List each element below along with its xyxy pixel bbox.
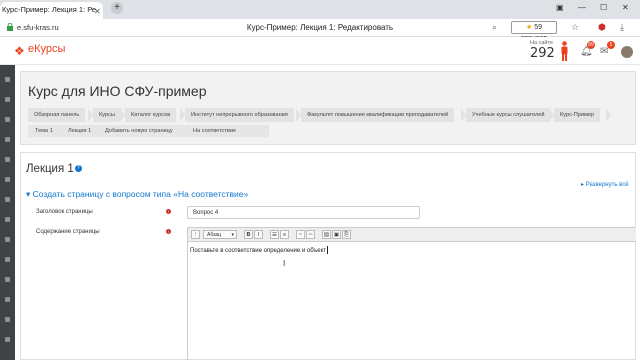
sidebar-item-icon[interactable] — [5, 117, 10, 122]
window-close-icon[interactable]: ✕ — [622, 3, 629, 12]
sidebar-item-icon[interactable] — [5, 317, 10, 322]
online-count: 292 — [530, 46, 555, 61]
chevron-down-icon: ▾ — [231, 232, 234, 238]
bullet-list-icon[interactable]: ☰ — [270, 230, 279, 239]
mouse-ibeam-icon: I — [283, 259, 286, 268]
bookmark-icon[interactable]: ☆ — [571, 22, 579, 33]
address-bar: e.sfu-kras.ru Курс-Пример: Лекция 1: Ред… — [0, 19, 640, 42]
site-logo[interactable]: eКурсы — [28, 43, 65, 55]
subnav-item[interactable]: Добавить новую страницу — [105, 125, 173, 137]
notifications-badge: 89 — [587, 41, 595, 49]
editor-content[interactable]: Поставьте в соответствие определение и о… — [190, 246, 329, 254]
course-header: Курс для ИНО СФУ-пример Обзорная панель … — [20, 71, 636, 145]
sidebar-menu-icon[interactable] — [5, 77, 10, 82]
editor-toolbar: ⋮ Абзац ▾ B I ☰ ≡ ⚭ ⚮ ▨ ▣ ⎘ — [188, 228, 636, 242]
minimize-icon[interactable]: — — [578, 3, 586, 12]
breadcrumb-item[interactable]: Учебные курсы слушателей — [466, 108, 551, 122]
file-icon[interactable]: ⎘ — [342, 230, 351, 239]
expand-all-label: Развернуть всё — [585, 182, 629, 188]
expand-all-link[interactable]: ▸ Развернуть всё — [581, 181, 629, 188]
adblock-icon[interactable]: ⬢ — [598, 22, 606, 33]
main-content: Лекция 1? ▸ Развернуть всё ▾ Создать стр… — [20, 152, 636, 360]
lesson-heading-text: Лекция 1 — [26, 163, 74, 175]
toolbar-toggle-icon[interactable]: ⋮ — [191, 230, 200, 239]
sidebar-item-icon[interactable] — [5, 177, 10, 182]
new-tab-icon[interactable]: + — [111, 2, 123, 14]
collapse-icon: ▾ — [26, 189, 33, 199]
sidebar-item-icon[interactable] — [5, 277, 10, 282]
format-select[interactable]: Абзац ▾ — [203, 230, 237, 239]
sidebar-item-icon[interactable] — [5, 97, 10, 102]
help-icon[interactable]: ? — [74, 165, 82, 172]
image-icon[interactable]: ▨ — [322, 230, 331, 239]
sidebar-item-icon[interactable] — [5, 137, 10, 142]
page-title-input[interactable]: Вопрос 4 — [187, 206, 420, 219]
breadcrumb-item[interactable]: Обзорная панель — [28, 108, 86, 122]
breadcrumb-item[interactable]: Курсы — [93, 108, 121, 122]
required-icon: ! — [166, 229, 171, 234]
numbered-list-icon[interactable]: ≡ — [280, 230, 289, 239]
download-icon[interactable]: ⤓ — [620, 22, 624, 33]
section-header[interactable]: ▾ Создать страницу с вопросом типа «На с… — [26, 189, 248, 200]
subnav-item[interactable]: Лекция 1 — [68, 125, 91, 137]
bold-icon[interactable]: B — [244, 230, 253, 239]
content-editor: ⋮ Абзац ▾ B I ☰ ≡ ⚭ ⚮ ▨ ▣ ⎘ Поставьте в с… — [187, 227, 636, 360]
text-cursor — [327, 246, 329, 254]
left-sidebar — [0, 65, 15, 360]
page-title-label: Заголовок страницы — [36, 209, 93, 215]
course-title: Курс для ИНО СФУ-пример — [28, 83, 207, 99]
search-icon[interactable]: ⌕ — [492, 22, 497, 33]
sidebar-item-icon[interactable] — [5, 337, 10, 342]
reviews-button[interactable]: ★ 59 отзывов — [511, 21, 557, 42]
sidebar-item-icon[interactable] — [5, 197, 10, 202]
breadcrumb-item[interactable]: Институт непрерывного образования — [185, 108, 294, 122]
sidebar-item-icon[interactable] — [5, 157, 10, 162]
avatar[interactable] — [621, 46, 633, 58]
browser-tab[interactable]: Курс-Пример: Лекция 1: Ре ✕ — [0, 2, 103, 19]
maximize-icon[interactable]: ☐ — [600, 3, 607, 12]
breadcrumb-item[interactable]: Факультет повышения квалификации препода… — [301, 108, 455, 122]
unlink-icon[interactable]: ⚮ — [306, 230, 315, 239]
lesson-heading: Лекция 1? — [26, 163, 82, 175]
subnav-item[interactable]: На соответствие — [193, 125, 236, 137]
close-tab-icon[interactable]: ✕ — [94, 7, 101, 16]
media-icon[interactable]: ▣ — [332, 230, 341, 239]
content-label: Содержание страницы — [36, 229, 100, 235]
section-title: Создать страницу с вопросом типа «На соо… — [32, 189, 249, 199]
profile-icon[interactable]: ▣ — [556, 3, 564, 12]
site-header: ❖ eКурсы На сайте 292 🔔︎ 89 ✉ 5 — [0, 37, 640, 65]
star-icon: ★ — [525, 24, 533, 31]
sidebar-item-icon[interactable] — [5, 217, 10, 222]
breadcrumb-item[interactable]: Курс-Пример — [554, 108, 601, 122]
browser-tab-bar: Курс-Пример: Лекция 1: Ре ✕ + ▣ — ☐ ✕ — [0, 0, 640, 19]
format-select-value: Абзац — [207, 232, 222, 238]
sidebar-item-icon[interactable] — [5, 237, 10, 242]
subnav-item[interactable]: Тема 1 — [35, 125, 53, 137]
sidebar-item-icon[interactable] — [5, 257, 10, 262]
logo-icon: ❖ — [14, 44, 25, 58]
italic-icon[interactable]: I — [254, 230, 263, 239]
person-icon — [561, 41, 568, 61]
messages-badge: 5 — [607, 41, 615, 49]
breadcrumb-separator — [606, 108, 611, 122]
required-icon: ! — [166, 209, 171, 214]
link-icon[interactable]: ⚭ — [296, 230, 305, 239]
editor-text: Поставьте в соответствие определение и о… — [190, 248, 327, 254]
breadcrumb-item[interactable]: Каталог курсов — [125, 108, 177, 122]
browser-tab-title: Курс-Пример: Лекция 1: Ре — [2, 5, 97, 14]
sidebar-item-icon[interactable] — [5, 297, 10, 302]
